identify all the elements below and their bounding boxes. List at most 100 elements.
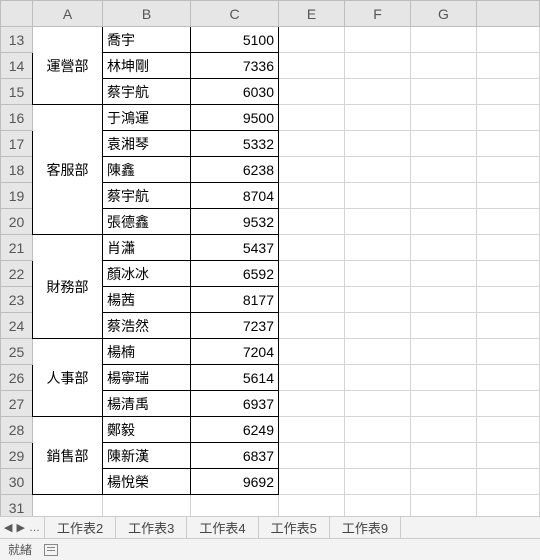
empty-cell[interactable] (345, 417, 411, 443)
empty-cell[interactable] (279, 183, 345, 209)
empty-cell[interactable] (279, 391, 345, 417)
empty-cell[interactable] (411, 235, 477, 261)
empty-cell[interactable] (345, 313, 411, 339)
value-cell[interactable]: 6837 (191, 443, 279, 469)
tab-next-icon[interactable]: ▶ (16, 517, 24, 539)
empty-cell[interactable] (411, 53, 477, 79)
empty-cell[interactable] (279, 417, 345, 443)
empty-cell[interactable] (279, 105, 345, 131)
name-cell[interactable]: 陳新漢 (103, 443, 191, 469)
value-cell[interactable]: 8704 (191, 183, 279, 209)
value-cell[interactable]: 9532 (191, 209, 279, 235)
tab-more-icon[interactable]: … (29, 517, 40, 539)
name-cell[interactable]: 張德鑫 (103, 209, 191, 235)
empty-cell[interactable] (345, 105, 411, 131)
empty-cell[interactable] (345, 157, 411, 183)
column-header-g[interactable]: G (411, 1, 477, 27)
row-header[interactable]: 21 (1, 235, 33, 261)
name-cell[interactable]: 楊楠 (103, 339, 191, 365)
name-cell[interactable]: 林坤剛 (103, 53, 191, 79)
column-header-c[interactable]: C (191, 1, 279, 27)
sheet-tab[interactable]: 工作表5 (259, 517, 330, 538)
name-cell[interactable]: 蔡浩然 (103, 313, 191, 339)
row-header[interactable]: 13 (1, 27, 33, 53)
empty-cell[interactable] (411, 157, 477, 183)
empty-cell[interactable] (411, 391, 477, 417)
row-header[interactable]: 16 (1, 105, 33, 131)
name-cell[interactable]: 楊悅榮 (103, 469, 191, 495)
empty-cell[interactable] (279, 287, 345, 313)
category-cell[interactable]: 銷售部 (33, 417, 103, 495)
sheet-tab[interactable]: 工作表2 (44, 517, 116, 538)
sheet-tab[interactable]: 工作表9 (330, 517, 401, 538)
name-cell[interactable]: 肖瀟 (103, 235, 191, 261)
empty-cell[interactable] (345, 469, 411, 495)
empty-cell[interactable] (345, 209, 411, 235)
name-cell[interactable]: 陳鑫 (103, 157, 191, 183)
value-cell[interactable]: 6937 (191, 391, 279, 417)
row-header[interactable]: 30 (1, 469, 33, 495)
empty-cell[interactable] (345, 261, 411, 287)
row-header[interactable]: 14 (1, 53, 33, 79)
empty-cell[interactable] (345, 53, 411, 79)
row-header[interactable]: 15 (1, 79, 33, 105)
empty-cell[interactable] (279, 261, 345, 287)
empty-cell[interactable] (345, 235, 411, 261)
row-header[interactable]: 18 (1, 157, 33, 183)
value-cell[interactable]: 5437 (191, 235, 279, 261)
empty-cell[interactable] (411, 261, 477, 287)
name-cell[interactable]: 袁湘琴 (103, 131, 191, 157)
empty-cell[interactable] (345, 391, 411, 417)
row-header[interactable]: 29 (1, 443, 33, 469)
sheet-tab[interactable]: 工作表3 (116, 517, 187, 538)
empty-cell[interactable] (279, 209, 345, 235)
column-header-b[interactable]: B (103, 1, 191, 27)
empty-cell[interactable] (279, 339, 345, 365)
category-cell[interactable]: 客服部 (33, 105, 103, 235)
column-header-a[interactable]: A (33, 1, 103, 27)
empty-cell[interactable] (411, 79, 477, 105)
empty-cell[interactable] (411, 469, 477, 495)
empty-cell[interactable] (279, 79, 345, 105)
spreadsheet-grid[interactable]: ABCEFG13運營部喬宇510014林坤剛733615蔡宇航603016客服部… (0, 0, 540, 516)
value-cell[interactable]: 7237 (191, 313, 279, 339)
value-cell[interactable]: 6249 (191, 417, 279, 443)
empty-cell[interactable] (411, 417, 477, 443)
empty-cell[interactable] (345, 131, 411, 157)
name-cell[interactable]: 鄭毅 (103, 417, 191, 443)
empty-cell[interactable] (411, 443, 477, 469)
empty-cell[interactable] (279, 27, 345, 53)
row-header[interactable]: 19 (1, 183, 33, 209)
empty-cell[interactable] (411, 105, 477, 131)
value-cell[interactable]: 5100 (191, 27, 279, 53)
empty-cell[interactable] (345, 79, 411, 105)
empty-cell[interactable] (411, 313, 477, 339)
row-header[interactable]: 23 (1, 287, 33, 313)
name-cell[interactable]: 喬宇 (103, 27, 191, 53)
empty-cell[interactable] (279, 53, 345, 79)
value-cell[interactable]: 7204 (191, 339, 279, 365)
name-cell[interactable]: 楊寧瑞 (103, 365, 191, 391)
name-cell[interactable]: 蔡宇航 (103, 79, 191, 105)
row-header[interactable]: 17 (1, 131, 33, 157)
name-cell[interactable]: 顏冰冰 (103, 261, 191, 287)
row-header[interactable]: 27 (1, 391, 33, 417)
empty-cell[interactable] (279, 365, 345, 391)
category-cell[interactable]: 財務部 (33, 235, 103, 339)
sheet-tab[interactable]: 工作表4 (187, 517, 258, 538)
empty-cell[interactable] (345, 443, 411, 469)
value-cell[interactable]: 6592 (191, 261, 279, 287)
empty-cell[interactable] (279, 131, 345, 157)
empty-cell[interactable] (345, 365, 411, 391)
name-cell[interactable]: 蔡宇航 (103, 183, 191, 209)
category-cell[interactable]: 人事部 (33, 339, 103, 417)
name-cell[interactable]: 楊清禹 (103, 391, 191, 417)
empty-cell[interactable] (345, 183, 411, 209)
empty-cell[interactable] (279, 157, 345, 183)
category-cell[interactable]: 運營部 (33, 27, 103, 105)
empty-cell[interactable] (345, 287, 411, 313)
empty-cell[interactable] (411, 209, 477, 235)
row-header[interactable]: 26 (1, 365, 33, 391)
value-cell[interactable]: 6238 (191, 157, 279, 183)
empty-cell[interactable] (411, 287, 477, 313)
